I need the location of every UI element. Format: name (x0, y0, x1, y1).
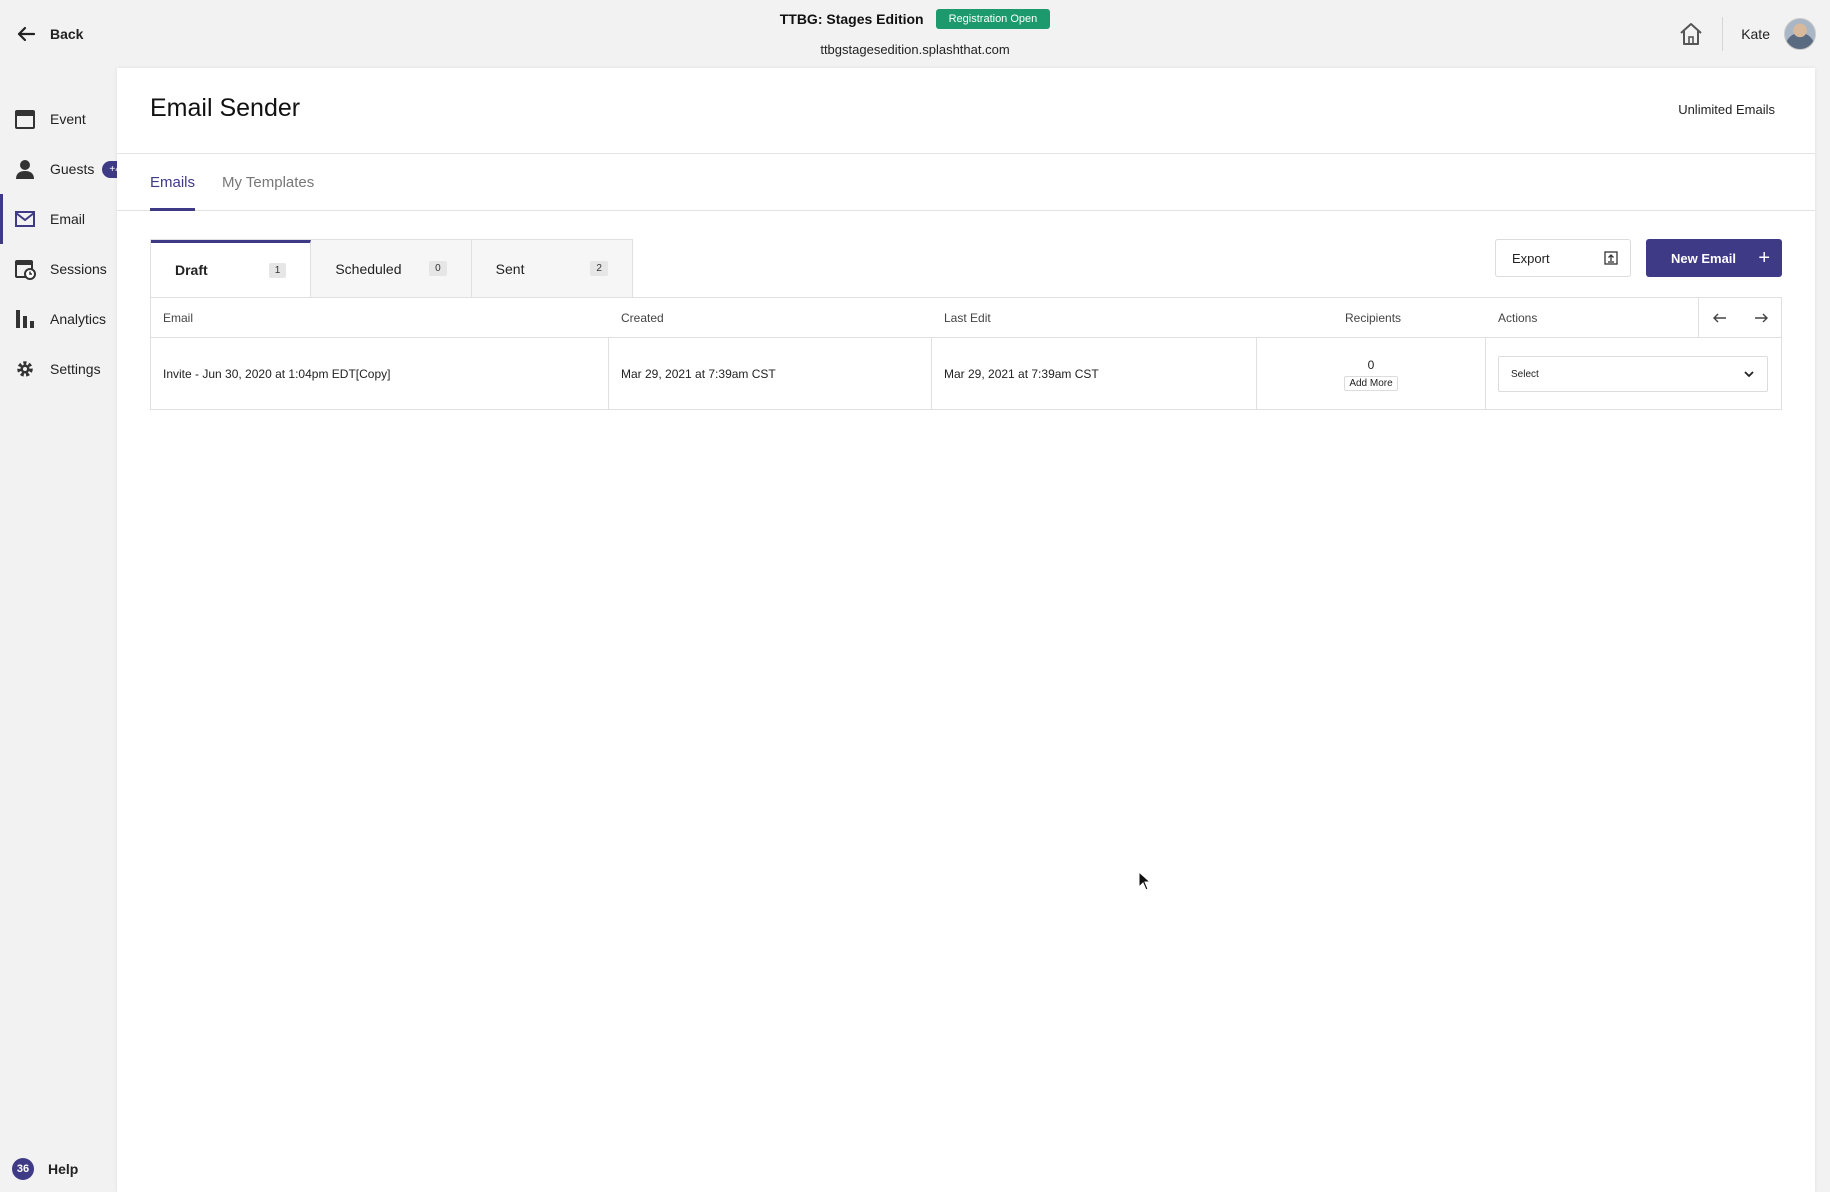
bar-chart-icon (16, 310, 34, 328)
cell-actions: Select (1486, 338, 1781, 410)
export-button[interactable]: Export (1495, 239, 1631, 277)
help-button[interactable]: 36 Help (12, 1158, 78, 1180)
page-title: Email Sender (150, 94, 301, 122)
actions-select[interactable]: Select (1498, 356, 1768, 392)
mouse-cursor-icon (1138, 871, 1152, 891)
plus-icon: + (1758, 247, 1770, 269)
user-area: Kate (1678, 16, 1816, 52)
column-header-last-edit[interactable]: Last Edit (944, 298, 991, 338)
sidebar-item-label: Guests (50, 161, 95, 177)
sidebar-item-event[interactable]: Event (0, 94, 117, 144)
tab-emails[interactable]: Emails (150, 154, 196, 211)
recipients-count: 0 (1367, 357, 1375, 372)
tab-label: My Templates (222, 174, 315, 191)
new-email-label: New Email (1671, 250, 1737, 266)
cell-last-edit: Mar 29, 2021 at 7:39am CST (932, 338, 1257, 410)
avatar[interactable] (1784, 18, 1816, 50)
tab-scheduled[interactable]: Scheduled 0 (311, 240, 472, 297)
event-title: TTBG: Stages Edition (779, 11, 924, 27)
page-header: Email Sender Unlimited Emails (117, 68, 1815, 154)
status-tab-label: Draft (175, 262, 208, 278)
home-icon[interactable] (1678, 21, 1704, 47)
sidebar-item-label: Settings (50, 361, 101, 377)
tab-sent[interactable]: Sent 2 (471, 240, 632, 297)
envelope-icon (15, 211, 35, 227)
arrow-right-icon[interactable] (1753, 310, 1769, 326)
help-label: Help (48, 1161, 79, 1177)
sidebar-item-sessions[interactable]: Sessions (0, 244, 117, 294)
status-tab-label: Scheduled (335, 260, 402, 277)
help-count-badge: 36 (12, 1158, 34, 1180)
main-panel: Email Sender Unlimited Emails Emails My … (117, 68, 1815, 1192)
sidebar-item-guests[interactable]: Guests +4 (0, 144, 128, 194)
sidebar-item-email[interactable]: Email (0, 194, 117, 244)
export-icon (1604, 251, 1618, 265)
export-label: Export (1512, 250, 1550, 266)
status-tab-label: Sent (495, 260, 525, 277)
top-bar: Back TTBG: Stages Edition Registration O… (0, 0, 1830, 68)
column-header-recipients: Recipients (1345, 311, 1402, 325)
tab-my-templates[interactable]: My Templates (222, 154, 314, 211)
column-header-created[interactable]: Created (621, 298, 664, 338)
person-icon (16, 160, 34, 179)
tab-draft[interactable]: Draft 1 (151, 240, 312, 297)
plan-label: Unlimited Emails (1678, 102, 1775, 117)
emails-table: Email Created Last Edit Recipients Actio… (150, 297, 1782, 410)
table-row[interactable]: Invite - Jun 30, 2020 at 1:04pm EDT[Copy… (151, 338, 1781, 410)
gear-icon (17, 361, 33, 377)
column-header-email[interactable]: Email (163, 298, 193, 338)
registration-status-badge[interactable]: Registration Open (935, 9, 1051, 29)
sidebar-item-analytics[interactable]: Analytics (0, 294, 117, 344)
status-tab-count: 1 (268, 262, 287, 278)
calendar-icon (15, 110, 35, 129)
pagination (1698, 298, 1781, 338)
status-tab-count: 2 (590, 261, 608, 276)
user-name[interactable]: Kate (1741, 26, 1770, 42)
cell-recipients: 0 Add More (1257, 338, 1486, 410)
sidebar-item-label: Email (50, 211, 86, 227)
sidebar-item-label: Sessions (50, 261, 107, 277)
sidebar-item-settings[interactable]: Settings (0, 344, 117, 394)
created-date: Mar 29, 2021 at 7:39am CST (621, 367, 776, 381)
table-header: Email Created Last Edit Recipients Actio… (151, 298, 1781, 338)
subtabs: Emails My Templates (117, 154, 1815, 211)
status-tab-count: 0 (429, 261, 447, 276)
cell-email[interactable]: Invite - Jun 30, 2020 at 1:04pm EDT[Copy… (151, 338, 609, 410)
sessions-icon (15, 260, 36, 280)
sidebar-item-label: Analytics (50, 311, 107, 327)
chevron-down-icon (1744, 371, 1754, 378)
divider (1722, 17, 1724, 51)
tab-label: Emails (150, 174, 196, 191)
column-header-actions: Actions (1498, 311, 1538, 325)
last-edit-date: Mar 29, 2021 at 7:39am CST (944, 367, 1099, 381)
event-url[interactable]: ttbgstagesedition.splashthat.com (820, 42, 1009, 57)
select-value: Select (1511, 368, 1539, 380)
sidebar-item-label: Event (50, 111, 86, 127)
email-name[interactable]: Invite - Jun 30, 2020 at 1:04pm EDT[Copy… (163, 367, 390, 381)
add-more-button[interactable]: Add More (1344, 375, 1398, 391)
arrow-left-icon[interactable] (1712, 310, 1728, 326)
new-email-button[interactable]: New Email + (1646, 239, 1782, 277)
sidebar: Event Guests +4 Email Sessions Analytics… (0, 68, 128, 1192)
status-tabs: Draft 1 Scheduled 0 Sent 2 (150, 239, 633, 297)
cell-created: Mar 29, 2021 at 7:39am CST (609, 338, 932, 410)
event-info: TTBG: Stages Edition Registration Open t… (0, 8, 1830, 57)
